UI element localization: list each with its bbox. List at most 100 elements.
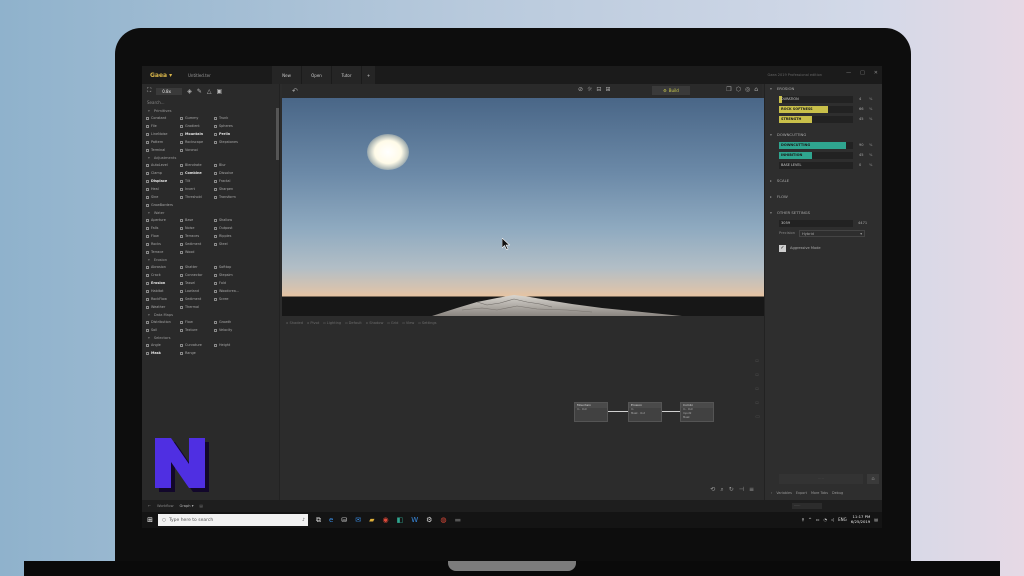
node-item[interactable]: Habitat	[146, 287, 180, 295]
node-item[interactable]: Range	[180, 349, 214, 357]
maximize-icon[interactable]: □	[860, 70, 865, 76]
node-item[interactable]: Velocity	[214, 326, 248, 334]
notification-icon[interactable]: ▤	[874, 517, 878, 522]
graph-select[interactable]: Graph ▾	[180, 504, 194, 508]
node-item[interactable]: Spheres	[214, 122, 248, 130]
precision-select[interactable]: Hybrid ▾	[799, 229, 866, 237]
layout-icon[interactable]: ▫	[755, 386, 760, 392]
sync-icon[interactable]: ↻	[729, 486, 734, 494]
node-item[interactable]: Invert	[180, 185, 214, 193]
scale-field[interactable]: 0.8x	[156, 87, 183, 95]
section-downcutting[interactable]: ▾ DOWNCUTTING	[765, 130, 882, 140]
network-icon[interactable]: ◔	[824, 517, 828, 522]
notes-icon[interactable]: ▫	[755, 400, 760, 406]
tab-open[interactable]: Open	[302, 66, 332, 84]
node-item[interactable]: Blendrate	[180, 161, 214, 169]
grid-icon[interactable]: ⊞	[605, 86, 610, 93]
windows-start-icon[interactable]: ⊞	[142, 516, 158, 524]
node-item[interactable]: Terminal	[146, 146, 180, 154]
node-item[interactable]: Flow	[180, 318, 214, 326]
slider-track[interactable]: BASE LEVEL	[779, 161, 853, 169]
chevron-right-icon[interactable]: ›	[771, 491, 772, 495]
folder-icon[interactable]: ▰	[369, 516, 374, 525]
taskbar-clock[interactable]: 11:17 PM 6/25/2019	[851, 514, 870, 524]
list-icon[interactable]: ≡	[749, 486, 754, 494]
status-field[interactable]: ······	[792, 503, 822, 509]
node-item[interactable]: Base	[180, 216, 214, 224]
node-item[interactable]: Falls	[146, 224, 180, 232]
category-header[interactable]: ▾ Data Maps	[142, 311, 279, 318]
slider-track[interactable]: STRENGTH	[779, 115, 853, 123]
node-item[interactable]: Terrace	[146, 248, 180, 256]
node-item[interactable]: Woodcrea...	[214, 287, 248, 295]
node-item[interactable]: Height	[214, 341, 248, 349]
cube-icon[interactable]: ⬡	[736, 86, 741, 93]
node-item[interactable]: Fractal	[214, 177, 248, 185]
node-item[interactable]: Soil	[146, 326, 180, 334]
panel-icon[interactable]: ▭	[755, 414, 760, 420]
node-item[interactable]: Tassel	[180, 279, 214, 287]
mail-icon[interactable]: ✉	[355, 516, 361, 525]
node-item[interactable]: Transform	[214, 193, 248, 201]
chrome-icon[interactable]: ◉	[382, 516, 388, 525]
node-item[interactable]: Thermal	[180, 303, 214, 311]
node-item[interactable]: Mask	[146, 349, 180, 357]
node-item[interactable]: Gradient	[180, 122, 214, 130]
arrow-left-icon[interactable]: ←	[148, 504, 151, 508]
tab-add[interactable]: +	[362, 66, 376, 84]
edge-icon[interactable]: e	[329, 516, 333, 525]
node-item[interactable]: Shallow	[214, 216, 248, 224]
droplet-icon[interactable]: ◈	[187, 88, 192, 95]
workflow-label[interactable]: Workflow	[157, 504, 174, 508]
panel-toggle-icon[interactable]: ▤	[200, 504, 203, 508]
search-input[interactable]: Search...	[142, 98, 279, 107]
image-icon[interactable]: ▣	[216, 88, 222, 95]
category-header[interactable]: ▾ Adjustments	[142, 154, 279, 161]
viewport-tool[interactable]: ▫ Lighting	[323, 321, 341, 325]
app-menu[interactable]: Gaea ▾	[150, 72, 188, 79]
node-item[interactable]: GrowBorders	[146, 201, 180, 209]
node-item[interactable]: Abrasion	[146, 263, 180, 271]
node-item[interactable]: Wood	[180, 248, 214, 256]
node-item[interactable]: Softtap	[214, 263, 248, 271]
chevron-up-icon[interactable]: ^	[808, 517, 811, 522]
node-item[interactable]: Steel	[214, 240, 248, 248]
node-item[interactable]: Clamp	[146, 169, 180, 177]
section-other-settings[interactable]: ▾ OTHER SETTINGS	[765, 208, 882, 218]
close-icon[interactable]: ✕	[874, 70, 878, 76]
node-item[interactable]: Rockscape	[180, 138, 214, 146]
sun-icon[interactable]: ☼	[587, 86, 592, 93]
brush-icon[interactable]: ✎	[197, 88, 202, 95]
target-icon[interactable]: ◎	[745, 86, 750, 93]
slider-track[interactable]: DURATION	[779, 95, 853, 103]
undo-icon[interactable]: ↶	[292, 87, 298, 95]
node-item[interactable]: Scree	[214, 295, 248, 303]
viewport-tool[interactable]: ▫ Settings	[418, 321, 436, 325]
node-item[interactable]: Dissolve	[214, 169, 248, 177]
section-scale[interactable]: ▸ SCALE	[765, 176, 882, 186]
node-item[interactable]: Outpost	[214, 224, 248, 232]
section-erosion[interactable]: ▾ EROSION	[765, 84, 882, 94]
node-item[interactable]: Constant	[146, 114, 180, 122]
node-item[interactable]: Sine	[146, 193, 180, 201]
gaea-task-icon[interactable]: ▬	[455, 516, 462, 525]
slider-track[interactable]: ROCK SOFTNESS	[779, 105, 853, 113]
compass-icon[interactable]: ⊘	[578, 86, 583, 93]
node-item[interactable]: File	[146, 122, 180, 130]
node-item[interactable]: Erosion	[146, 279, 180, 287]
frame-icon[interactable]: ⊟	[596, 86, 601, 93]
node-item[interactable]: Distribution	[146, 318, 180, 326]
category-header[interactable]: ▾ Erosion	[142, 256, 279, 263]
node-item[interactable]: Rocks	[146, 240, 180, 248]
node-item[interactable]: Stepsim	[214, 271, 248, 279]
battery-icon[interactable]: ▭	[816, 517, 820, 522]
copy-icon[interactable]: ❐	[726, 86, 731, 93]
task-view-icon[interactable]: ⧉	[316, 516, 321, 525]
refresh-icon[interactable]: ⟲	[710, 486, 715, 494]
category-header[interactable]: ▾ Primitives	[142, 107, 279, 114]
node-item[interactable]: Sharpen	[214, 185, 248, 193]
pin-icon[interactable]: ⌂	[867, 474, 879, 484]
language-indicator[interactable]: ENG	[838, 517, 847, 522]
left-scrollbar[interactable]	[276, 108, 279, 160]
node-item[interactable]: Terraces	[180, 232, 214, 240]
